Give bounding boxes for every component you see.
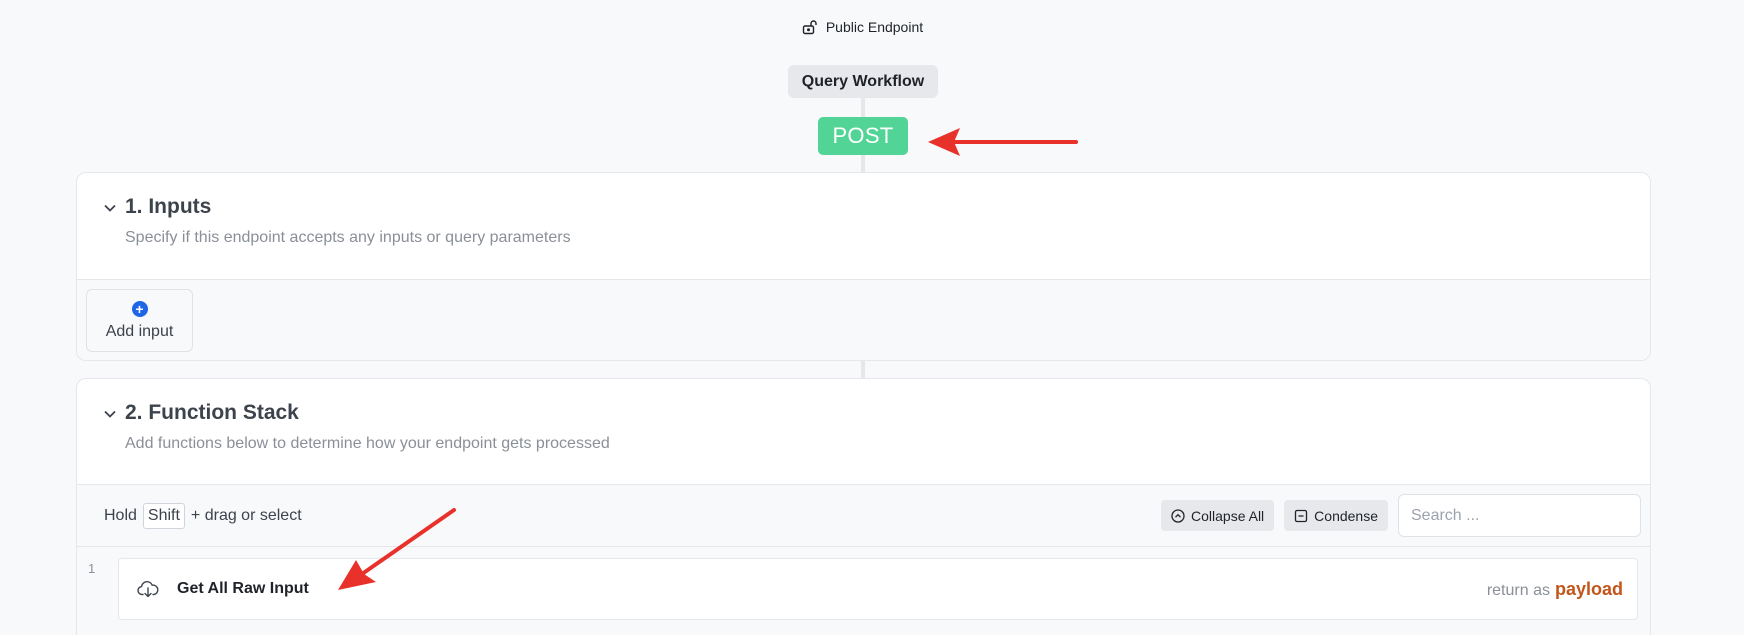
function-stack-list: 1 Get All Raw Input return as payload xyxy=(77,547,1650,635)
http-method-badge[interactable]: POST xyxy=(818,117,908,155)
cloud-download-icon xyxy=(137,581,159,598)
condense-square-icon xyxy=(1295,509,1308,522)
section-title: 2. Function Stack xyxy=(125,401,299,424)
step-number: 1 xyxy=(88,561,96,576)
add-input-label: Add input xyxy=(105,322,174,340)
function-toolbar: Hold Shift + drag or select Collapse All… xyxy=(77,484,1650,547)
chevron-down-icon[interactable] xyxy=(103,407,117,421)
unlock-icon xyxy=(802,20,817,35)
endpoint-access-label: Public Endpoint xyxy=(825,19,924,35)
section-subtitle: Specify if this endpoint accepts any inp… xyxy=(125,229,571,246)
plus-circle-icon: + xyxy=(131,300,148,317)
annotation-arrow xyxy=(338,508,456,590)
collapse-all-button[interactable]: Collapse All xyxy=(1161,500,1275,531)
hint-suffix: + drag or select xyxy=(190,506,302,524)
drag-hint: Hold Shift + drag or select xyxy=(104,502,302,529)
chevron-down-icon[interactable] xyxy=(103,201,117,215)
condense-button[interactable]: Condense xyxy=(1284,500,1388,531)
endpoint-access[interactable]: Public Endpoint xyxy=(0,19,1725,35)
flow-connector xyxy=(861,361,865,378)
collapse-circle-icon xyxy=(1171,508,1185,523)
collapse-all-label: Collapse All xyxy=(1191,507,1265,524)
function-stack-section: 2. Function Stack Add functions below to… xyxy=(76,378,1651,635)
add-input-button[interactable]: + Add input xyxy=(86,289,193,352)
inputs-section: 1. Inputs Specify if this endpoint accep… xyxy=(76,172,1651,361)
hint-prefix: Hold xyxy=(104,506,137,524)
annotation-arrow xyxy=(928,128,1078,156)
condense-label: Condense xyxy=(1314,507,1378,524)
return-variable[interactable]: payload xyxy=(1555,579,1623,600)
section-title: 1. Inputs xyxy=(125,195,212,218)
query-workflow-label[interactable]: Query Workflow xyxy=(788,65,938,98)
endpoint-editor: Public Endpoint Query Workflow POST 1. I… xyxy=(0,0,1744,635)
shift-key: Shift xyxy=(142,502,185,529)
step-title: Get All Raw Input xyxy=(177,580,309,597)
section-subtitle: Add functions below to determine how you… xyxy=(125,435,610,452)
function-search-input[interactable] xyxy=(1398,494,1641,537)
step-return: return as payload xyxy=(1487,579,1623,600)
return-prefix: return as xyxy=(1486,581,1550,599)
